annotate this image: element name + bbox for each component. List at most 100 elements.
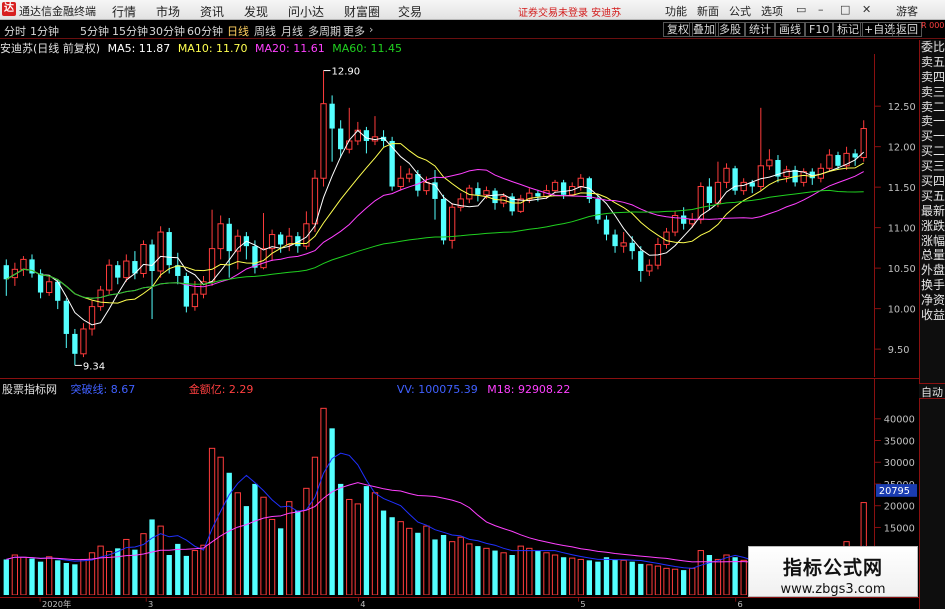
volume-bar <box>217 456 224 595</box>
menu-ask[interactable]: 问小达 <box>288 3 324 20</box>
menu-function[interactable]: 功能 <box>665 3 687 19</box>
volume-bar <box>475 546 481 595</box>
candle-body <box>629 242 635 252</box>
volume-bar <box>278 528 284 595</box>
candle-body <box>123 260 130 279</box>
volume-bar <box>295 510 301 595</box>
period-monthly[interactable]: 月线 <box>281 23 303 39</box>
side-ask4[interactable]: 卖四 <box>920 70 945 85</box>
watermark: 指标公式网 www.zbgs3.com <box>748 546 918 597</box>
side-auto-button[interactable]: 自动 <box>919 383 945 399</box>
period-30min[interactable]: 30分钟 <box>149 23 185 39</box>
minimize-icon[interactable]: – <box>818 3 824 16</box>
candle-body <box>577 177 584 188</box>
candle-body <box>252 246 258 268</box>
candle-body <box>740 181 747 192</box>
side-volume[interactable]: 总量 <box>920 248 945 263</box>
candle-body <box>415 174 421 191</box>
candle-body <box>338 128 344 150</box>
period-1min[interactable]: 1分钟 <box>30 23 59 39</box>
menu-market[interactable]: 市场 <box>156 3 180 20</box>
volume-tick-label: 40000 <box>884 415 915 426</box>
volume-chart[interactable] <box>0 395 874 595</box>
candle-body <box>183 275 190 307</box>
period-5min[interactable]: 5分钟 <box>80 23 109 39</box>
close-icon[interactable]: ✕ <box>862 3 871 16</box>
side-earnings[interactable]: 收益 <box>920 308 945 323</box>
volume-bar <box>697 550 704 595</box>
period-weekly[interactable]: 周线 <box>254 23 276 39</box>
period-timeshare[interactable]: 分时 <box>4 23 26 39</box>
menu-new-page[interactable]: 新面 <box>697 3 719 19</box>
volume-bar <box>654 565 662 595</box>
side-ask3[interactable]: 卖三 <box>920 85 945 100</box>
volume-bar <box>226 472 232 595</box>
menu-discover[interactable]: 发现 <box>244 3 268 20</box>
period-60min[interactable]: 60分钟 <box>187 23 223 39</box>
guest-login[interactable]: 游客 <box>896 3 918 19</box>
tool-f10[interactable]: F10 <box>805 22 834 37</box>
menu-news[interactable]: 资讯 <box>200 3 224 20</box>
candle-body <box>320 103 327 179</box>
tool-multi-stock[interactable]: 多股 <box>715 22 745 37</box>
volume-bar <box>320 407 327 595</box>
price-low-mark: 9.34 <box>83 361 105 372</box>
side-bid3[interactable]: 买三 <box>920 159 945 174</box>
period-more[interactable]: 更多 <box>343 23 365 39</box>
volume-bar <box>268 518 276 595</box>
date-axis: 2020年 3 4 5 6 <box>0 597 919 609</box>
maximize-icon[interactable]: □ <box>840 3 850 16</box>
side-bid5[interactable]: 买五 <box>920 189 945 204</box>
candle-body <box>208 248 216 283</box>
candle-body <box>757 165 764 188</box>
side-bid2[interactable]: 买二 <box>920 144 945 159</box>
side-turnover[interactable]: 换手 <box>920 278 945 293</box>
volume-bar <box>252 483 258 595</box>
side-ask5[interactable]: 卖五 <box>920 55 945 70</box>
volume-bar <box>689 567 696 595</box>
side-bid1[interactable]: 买一 <box>920 129 945 144</box>
price-chart[interactable]: 12.90 9.34 <box>0 54 874 377</box>
volume-bar <box>483 547 490 595</box>
trade-status[interactable]: 证券交易未登录 安迪苏 <box>518 4 621 19</box>
tool-draw[interactable]: 画线 <box>775 22 805 37</box>
menu-formula[interactable]: 公式 <box>729 3 751 19</box>
menu-wealth[interactable]: 财富圈 <box>344 3 380 20</box>
chart-info-line: 安迪苏(日线 前复权) MA5: 11.87 MA10: 11.70 MA20:… <box>0 40 406 55</box>
volume-bar <box>406 527 413 595</box>
candle-body <box>397 177 404 188</box>
candle-body <box>603 219 610 235</box>
candle-body <box>535 193 541 197</box>
period-15min[interactable]: 15分钟 <box>112 23 148 39</box>
volume-bar <box>723 554 730 595</box>
menu-trade[interactable]: 交易 <box>398 3 422 20</box>
side-change[interactable]: 涨跌 <box>920 219 945 234</box>
tool-stats[interactable]: 统计 <box>745 22 775 37</box>
restore-window-icon[interactable]: ▭ <box>796 3 806 16</box>
side-net-assets[interactable]: 净资 <box>920 293 945 308</box>
volume-bar <box>311 456 319 595</box>
menu-quotes[interactable]: 行情 <box>112 3 136 20</box>
side-bid4[interactable]: 买四 <box>920 174 945 189</box>
price-tick-label: 12.00 <box>888 143 916 154</box>
side-outer[interactable]: 外盘 <box>920 263 945 278</box>
back-button[interactable]: 返回 <box>892 22 922 37</box>
volume-bar <box>354 503 361 595</box>
side-ask1[interactable]: 卖一 <box>920 114 945 129</box>
side-ask2[interactable]: 卖二 <box>920 100 945 115</box>
candle-body <box>517 198 524 212</box>
side-latest[interactable]: 最新 <box>920 204 945 219</box>
side-order-ratio[interactable]: 委比 <box>920 40 945 55</box>
side-change-pct[interactable]: 涨幅 <box>920 234 945 249</box>
volume-bar <box>234 492 241 595</box>
tool-mark[interactable]: 标记 <box>833 22 863 37</box>
watermark-url: www.zbgs3.com <box>780 582 886 597</box>
period-multi[interactable]: 多周期 <box>308 23 341 39</box>
menu-options[interactable]: 选项 <box>761 3 783 19</box>
more-arrow-icon[interactable]: › <box>369 23 373 36</box>
price-tick-label: 12.50 <box>888 102 916 113</box>
volume-bar <box>638 563 644 595</box>
volume-bar <box>72 564 78 595</box>
volume-bar <box>183 555 190 595</box>
period-daily[interactable]: 日线 <box>227 23 249 39</box>
